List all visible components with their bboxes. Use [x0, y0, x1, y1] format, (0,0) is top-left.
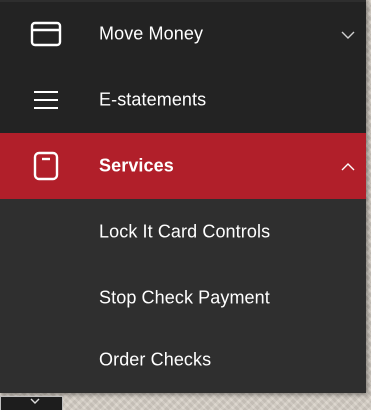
submenu-item-label: Lock It Card Controls: [99, 221, 271, 242]
chevron-up-icon[interactable]: [339, 160, 357, 172]
menu-item-label: Move Money: [99, 23, 204, 44]
collapsed-dropdown-toggle[interactable]: [0, 396, 63, 410]
services-menu: Move Money E-statements Services Lock It…: [0, 0, 366, 393]
chevron-down-icon: [30, 398, 40, 404]
menu-item-label: Services: [99, 155, 174, 176]
submenu-item-lock-it-card-controls[interactable]: Lock It Card Controls: [0, 199, 366, 265]
hamburger-icon: [29, 85, 63, 115]
menu-item-move-money[interactable]: Move Money: [0, 2, 366, 66]
submenu-item-stop-check-payment[interactable]: Stop Check Payment: [0, 265, 366, 331]
submenu-item-label: Order Checks: [99, 349, 212, 370]
card-icon: [29, 19, 63, 49]
menu-item-e-statements[interactable]: E-statements: [0, 66, 366, 133]
menu-item-services[interactable]: Services: [0, 133, 366, 199]
submenu-item-label: Stop Check Payment: [99, 287, 270, 308]
submenu-item-order-checks[interactable]: Order Checks: [0, 327, 366, 393]
phone-card-icon: [29, 151, 63, 181]
menu-item-label: E-statements: [99, 89, 207, 109]
chevron-down-icon[interactable]: [339, 28, 357, 40]
